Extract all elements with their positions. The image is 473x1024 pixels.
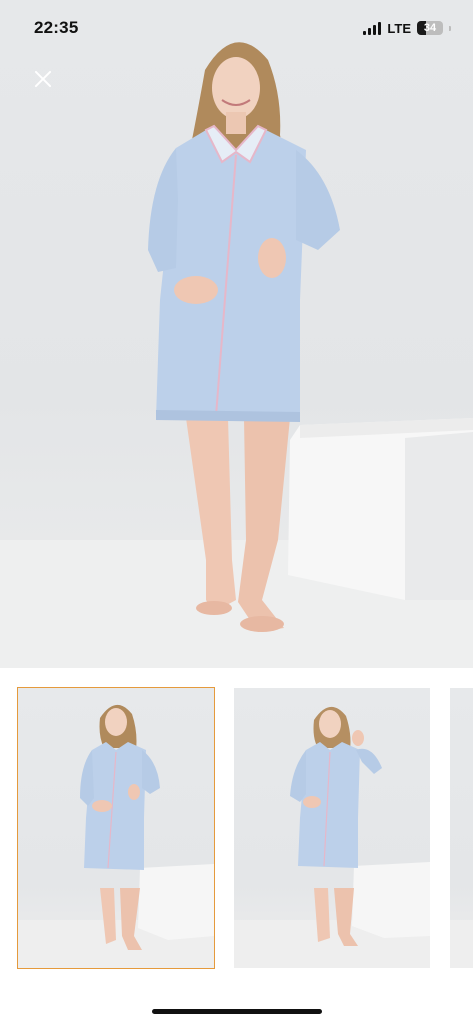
status-bar: 22:35 LTE 34 [0, 0, 473, 56]
close-icon[interactable] [28, 64, 58, 94]
status-indicators: LTE 34 [363, 21, 451, 36]
signal-icon [363, 21, 382, 35]
battery-level: 34 [423, 22, 437, 34]
model-photo [0, 42, 473, 668]
home-indicator [152, 1009, 322, 1014]
status-time: 22:35 [34, 18, 79, 37]
thumbnail-1[interactable] [17, 687, 215, 969]
thumbnail-strip[interactable] [0, 686, 473, 970]
battery-icon: 34 [417, 21, 443, 35]
thumbnail-photo [450, 920, 473, 968]
thumbnail-photo [234, 706, 430, 968]
thumbnail-2[interactable] [234, 688, 430, 968]
network-type: LTE [387, 20, 411, 36]
thumbnail-3[interactable] [450, 688, 473, 968]
product-main-image[interactable]: 22:35 LTE 34 [0, 0, 473, 668]
battery-cap [449, 25, 451, 31]
thumbnail-photo [18, 704, 214, 968]
